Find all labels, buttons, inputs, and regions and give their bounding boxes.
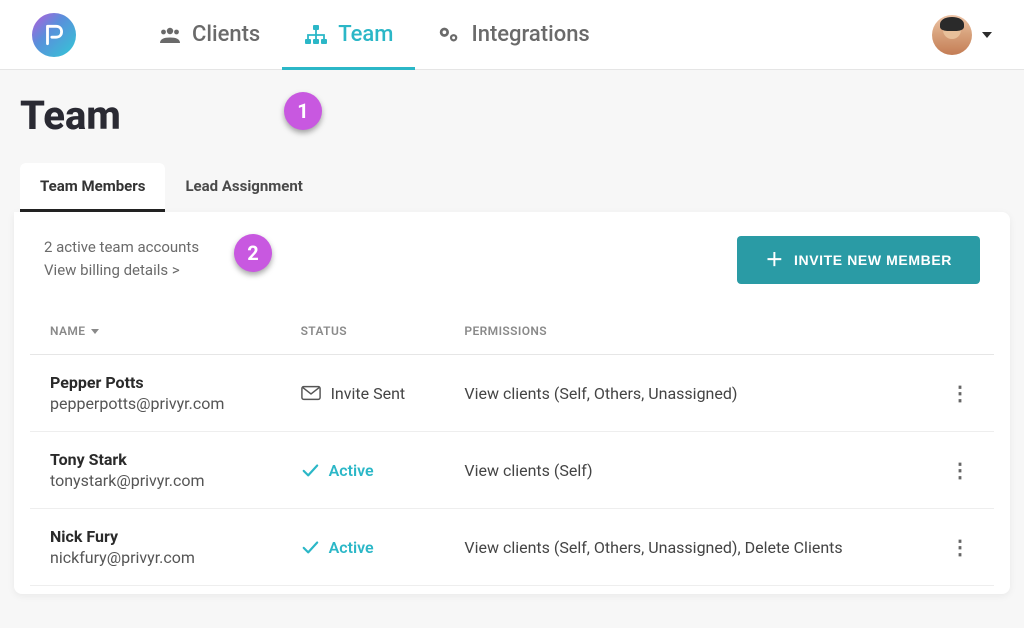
member-email: pepperpotts@privyr.com xyxy=(50,394,261,413)
billing-link[interactable]: View billing details > xyxy=(44,259,199,282)
card-header: 2 active team accounts View billing deta… xyxy=(30,236,994,308)
check-icon xyxy=(301,538,319,556)
chevron-down-icon xyxy=(91,329,99,334)
envelope-icon xyxy=(301,385,321,401)
status-text: Active xyxy=(329,538,374,557)
users-icon xyxy=(158,24,182,46)
member-name: Tony Stark xyxy=(50,450,261,469)
team-card: 2 active team accounts View billing deta… xyxy=(14,212,1010,594)
check-icon xyxy=(301,461,319,479)
more-vertical-icon: ⋮ xyxy=(950,458,970,482)
account-summary: 2 active team accounts View billing deta… xyxy=(44,236,199,283)
nav-integrations[interactable]: Integrations xyxy=(415,0,611,70)
status-cell: Active xyxy=(301,538,425,557)
chevron-down-icon xyxy=(982,32,992,38)
member-email: tonystark@privyr.com xyxy=(50,471,261,490)
avatar xyxy=(932,15,972,55)
logo[interactable] xyxy=(32,13,76,57)
invite-button-label: INVITE NEW MEMBER xyxy=(794,252,952,268)
invite-new-member-button[interactable]: ＋ INVITE NEW MEMBER xyxy=(737,236,980,284)
more-vertical-icon: ⋮ xyxy=(950,535,970,559)
tab-label: Team Members xyxy=(40,177,145,195)
table-row: Tony Stark tonystark@privyr.com Active View… xyxy=(30,432,994,509)
gears-icon xyxy=(437,24,461,46)
status-cell: Active xyxy=(301,461,425,480)
table-row: Nick Fury nickfury@privyr.com Active View c… xyxy=(30,509,994,586)
nav-label: Clients xyxy=(192,22,260,47)
status-cell: Invite Sent xyxy=(301,384,425,403)
members-table: NAME STATUS PERMISSIONS Pepper Potts pepp… xyxy=(30,308,994,586)
top-nav: Clients Team Integrations xyxy=(0,0,1024,70)
nav-clients[interactable]: Clients xyxy=(136,0,282,70)
logo-icon xyxy=(41,22,67,48)
status-text: Active xyxy=(329,461,374,480)
permissions-column-header: PERMISSIONS xyxy=(444,308,926,355)
status-column-header: STATUS xyxy=(281,308,445,355)
more-vertical-icon: ⋮ xyxy=(950,381,970,405)
nav-label: Integrations xyxy=(471,22,589,47)
status-text: Invite Sent xyxy=(331,384,406,403)
more-actions-button[interactable]: ⋮ xyxy=(946,533,974,561)
tab-lead-assignment[interactable]: Lead Assignment xyxy=(165,163,322,212)
hierarchy-icon xyxy=(304,24,328,46)
tabs: Team Members Lead Assignment xyxy=(20,163,1024,212)
member-name: Pepper Potts xyxy=(50,373,261,392)
member-name: Nick Fury xyxy=(50,527,261,546)
active-accounts-text: 2 active team accounts xyxy=(44,236,199,259)
tab-team-members[interactable]: Team Members xyxy=(20,163,165,212)
annotation-badge-2: 2 xyxy=(234,234,272,272)
tab-label: Lead Assignment xyxy=(185,177,302,195)
nav-team[interactable]: Team xyxy=(282,0,415,70)
table-row: Pepper Potts pepperpotts@privyr.com Invite… xyxy=(30,355,994,432)
permissions-cell: View clients (Self, Others, Unassigned) xyxy=(444,355,926,432)
name-column-header[interactable]: NAME xyxy=(50,324,99,338)
annotation-badge-1: 1 xyxy=(284,92,322,130)
more-actions-button[interactable]: ⋮ xyxy=(946,379,974,407)
header-label: NAME xyxy=(50,324,85,338)
page-title: Team xyxy=(20,92,1024,139)
user-menu[interactable] xyxy=(932,15,992,55)
permissions-cell: View clients (Self) xyxy=(444,432,926,509)
member-email: nickfury@privyr.com xyxy=(50,548,261,567)
more-actions-button[interactable]: ⋮ xyxy=(946,456,974,484)
permissions-cell: View clients (Self, Others, Unassigned),… xyxy=(444,509,926,586)
nav-label: Team xyxy=(338,22,393,47)
